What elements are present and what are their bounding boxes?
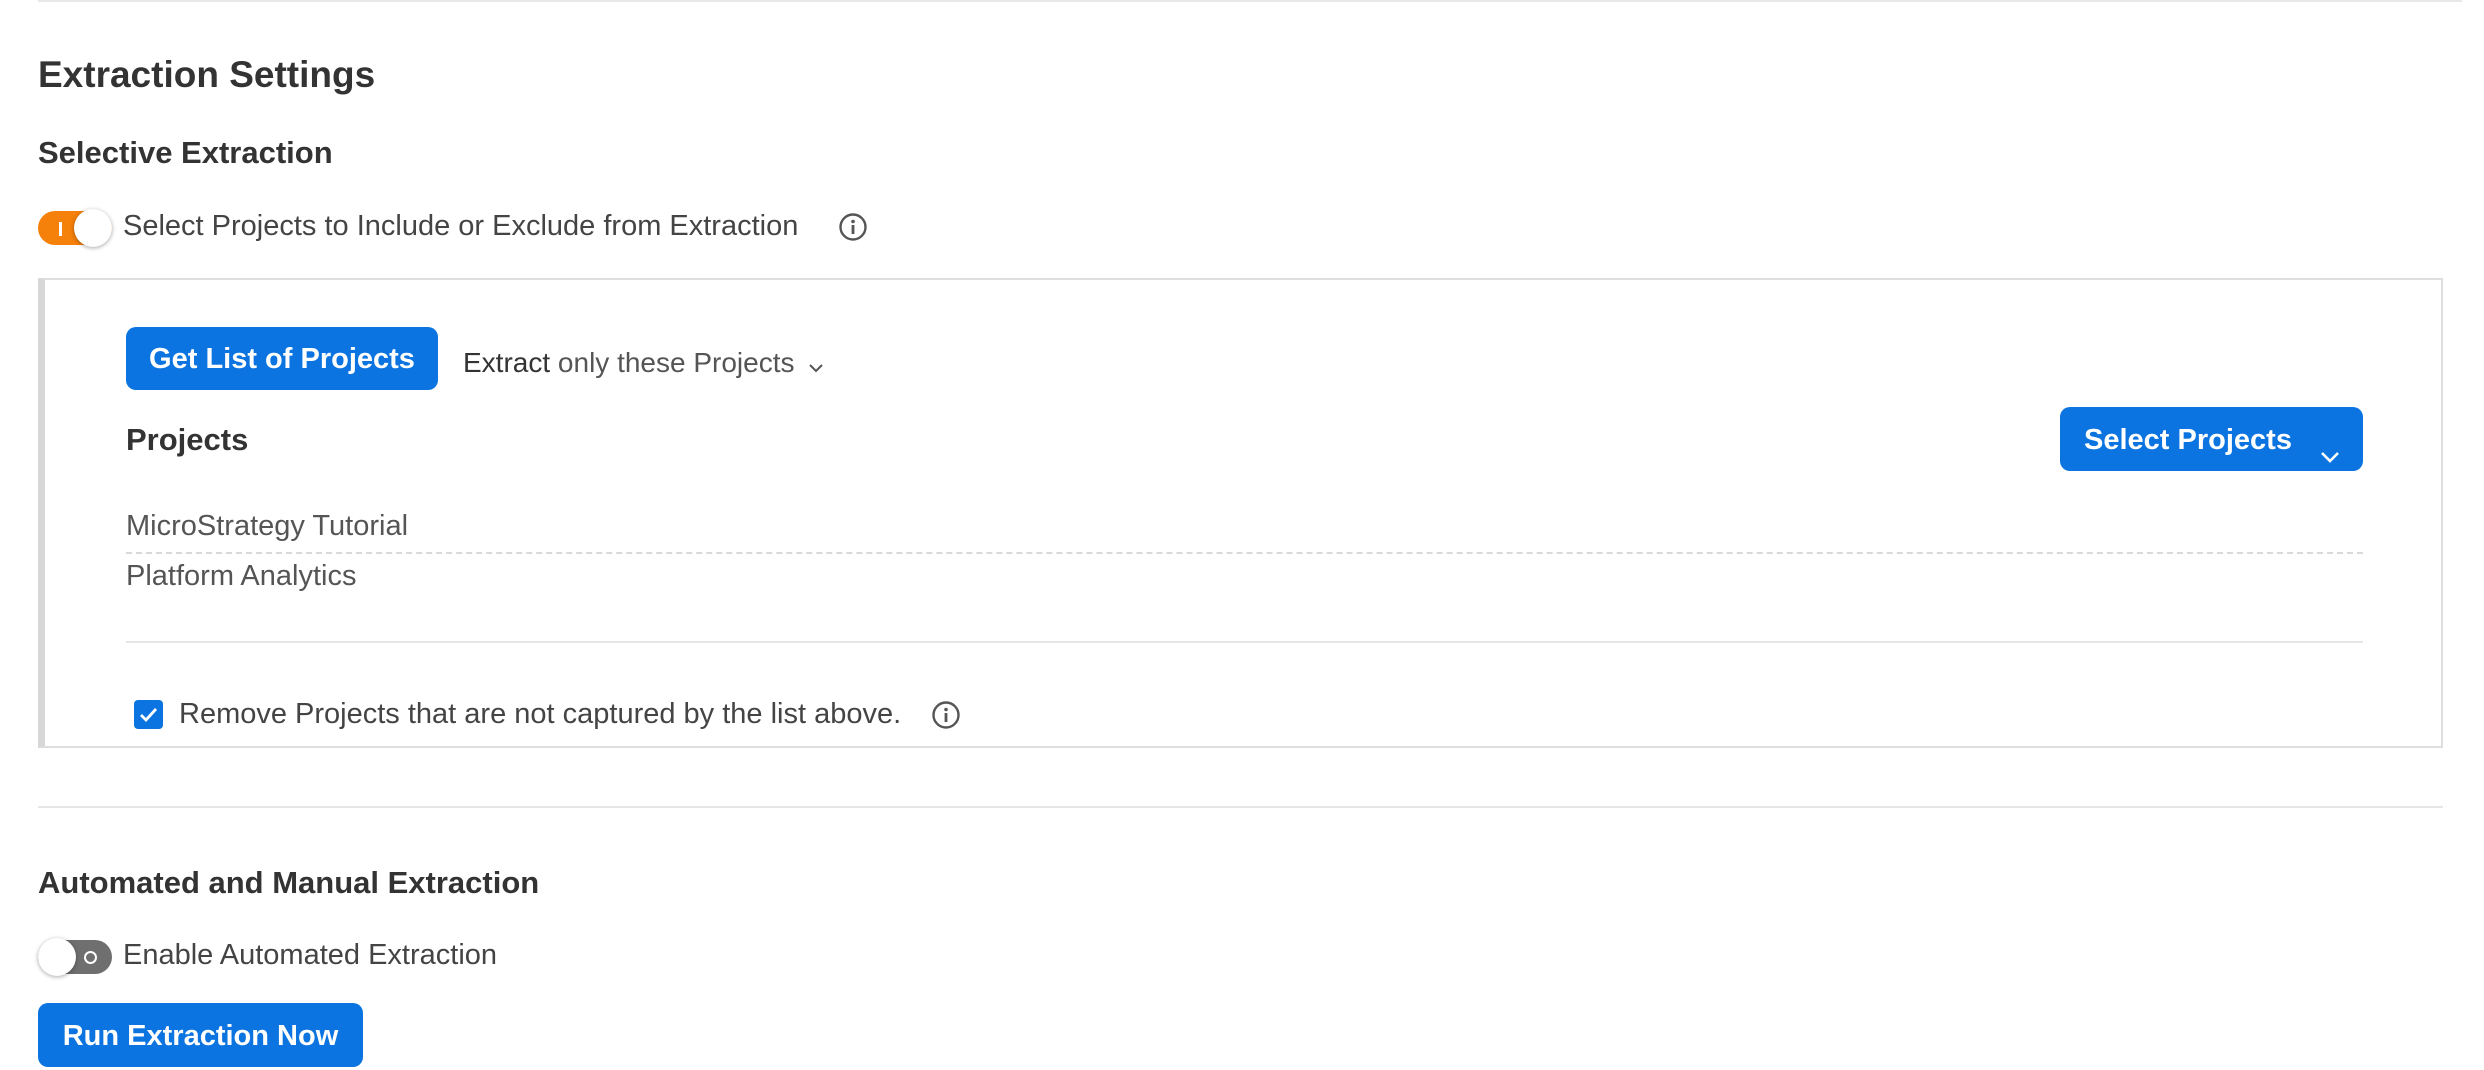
select-projects-button[interactable]: Select Projects: [2060, 407, 2363, 471]
extract-dropdown-value: only these Projects: [557, 347, 795, 378]
section-divider: [38, 806, 2443, 808]
top-divider: [38, 0, 2462, 2]
panel-divider: [126, 641, 2363, 643]
info-icon[interactable]: [838, 212, 868, 242]
selective-extraction-toggle-label: Select Projects to Include or Exclude fr…: [123, 210, 799, 242]
toggle-knob: [74, 209, 112, 247]
toggle-off-mark: [84, 951, 97, 964]
extract-dropdown-prefix: Extract: [463, 347, 551, 378]
extraction-settings-title: Extraction Settings: [38, 54, 376, 95]
chevron-down-icon: [2319, 427, 2341, 491]
chevron-down-icon: [808, 347, 824, 383]
projects-heading: Projects: [126, 422, 249, 457]
automated-extraction-toggle[interactable]: [38, 938, 112, 976]
run-extraction-now-button[interactable]: Run Extraction Now: [38, 1003, 363, 1067]
selective-extraction-heading: Selective Extraction: [38, 135, 333, 170]
info-icon[interactable]: [931, 700, 961, 730]
toggle-knob: [38, 938, 76, 976]
extract-mode-dropdown[interactable]: Extract only these Projects: [463, 345, 824, 383]
remove-projects-checkbox[interactable]: [134, 700, 163, 729]
extraction-settings-page: Extraction Settings Selective Extraction…: [0, 0, 2484, 1070]
select-projects-label: Select Projects: [2084, 424, 2292, 456]
automated-extraction-heading: Automated and Manual Extraction: [38, 865, 540, 900]
remove-projects-checkbox-label: Remove Projects that are not captured by…: [179, 698, 902, 730]
list-item: Platform Analytics: [126, 560, 357, 592]
selective-extraction-toggle[interactable]: [38, 209, 112, 247]
list-item: MicroStrategy Tutorial: [126, 508, 2363, 554]
automated-extraction-toggle-label: Enable Automated Extraction: [123, 939, 498, 971]
toggle-on-mark: [59, 222, 62, 236]
get-list-of-projects-button[interactable]: Get List of Projects: [126, 327, 438, 390]
